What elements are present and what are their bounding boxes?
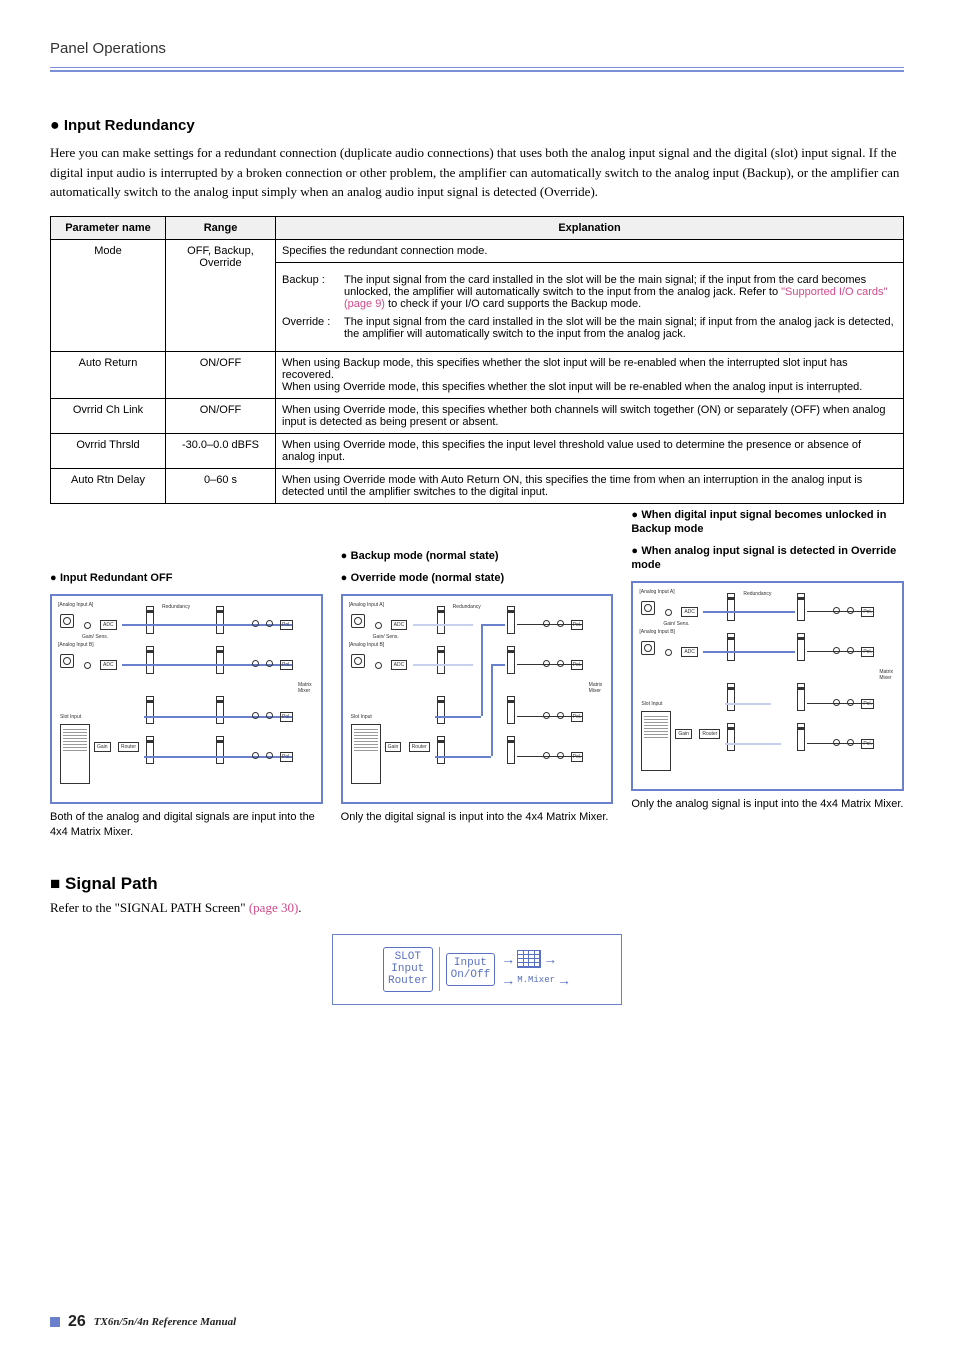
th-range: Range [166,216,276,239]
jack-icon [351,654,365,668]
bullet-icon: ● [50,117,60,134]
diagram-caption-off: Both of the analog and digital signals a… [50,810,323,841]
cell-autoreturn-name: Auto Return [51,351,166,398]
table-row: Mode OFF, Backup, Override Specifies the… [51,239,904,262]
arrow-icon: → [501,972,515,988]
fader-icon [216,606,224,634]
signal-path-screen: SLOT Input Router Input On/Off → → → M. [332,934,622,1004]
table-row: Ovrrid Ch Link ON/OFF When using Overrid… [51,398,904,433]
footer-reference: TX6n/5n/4n Reference Manual [94,1316,236,1328]
jack-icon [351,614,365,628]
fader-icon [216,646,224,674]
cell-chlink-range: ON/OFF [166,398,276,433]
signal-path-heading: ■ Signal Path [50,874,904,894]
title-rule-thin [50,67,904,68]
diagram-caption-switched: Only the analog signal is input into the… [631,797,904,812]
backup-label: Backup : [282,274,344,310]
signal-path-page-link[interactable]: (page 30) [249,900,298,915]
page-number: 26 [68,1313,86,1331]
matrix-grid-icon [517,950,541,968]
cell-thrsld-name: Ovrrid Thrsld [51,433,166,468]
input-redundancy-heading: ● Input Redundancy [50,117,904,135]
diagram-sub-override-normal: ●Override mode (normal state) [341,571,614,585]
slot-input-router-button: SLOT Input Router [383,947,433,991]
cell-mode-range: OFF, Backup, Override [166,239,276,351]
footer-block-icon [50,1317,60,1327]
cell-chlink-expl: When using Override mode, this specifies… [276,398,904,433]
diagram-sub-backup-normal: ●Backup mode (normal state) [341,549,614,563]
diagram-col-normal: ●Backup mode (normal state) ●Override mo… [341,544,614,825]
diagram-sub-backup-switched: ●When digital input signal becomes unloc… [631,508,904,537]
bullet-icon: ● [341,549,351,563]
jack-icon [60,614,74,628]
cell-thrsld-range: -30.0–0.0 dBFS [166,433,276,468]
mixer-label: M.Mixer [517,975,555,985]
override-text: The input signal from the card installed… [344,316,897,340]
cell-rtndelay-expl: When using Override mode with Auto Retur… [276,468,904,503]
intro-paragraph: Here you can make settings for a redunda… [50,143,904,202]
backup-text: The input signal from the card installed… [344,274,897,310]
knob-icon [84,662,91,669]
cell-autoreturn-expl: When using Backup mode, this specifies w… [276,351,904,398]
bullet-icon: ● [631,508,641,522]
diagram-normal: [Analog Input A] Gain/ Sens. ADC Redunda… [341,594,614,804]
diagram-switched: [Analog Input A] Gain/ Sens. ADC Redunda… [631,581,904,791]
fader-icon [146,606,154,634]
heading-text: Input Redundancy [64,117,195,134]
bullet-icon: ● [631,544,641,558]
signal-path-text: Refer to the "SIGNAL PATH Screen" (page … [50,900,904,916]
slot-card-icon [641,711,671,771]
square-bullet-icon: ■ [50,874,60,893]
knob-icon [84,622,91,629]
diagram-sub-off: ●Input Redundant OFF [50,571,172,585]
cell-thrsld-expl: When using Override mode, this specifies… [276,433,904,468]
divider [439,947,440,991]
cell-mode-expl-top: Specifies the redundant connection mode. [276,239,904,262]
diagram-sub-override-switched: ●When analog input signal is detected in… [631,544,904,573]
diagram-col-switched: ●When digital input signal becomes unloc… [631,544,904,813]
bullet-icon: ● [341,571,351,585]
table-row: Auto Rtn Delay 0–60 s When using Overrid… [51,468,904,503]
page-title: Panel Operations [50,40,904,57]
arrow-icon: → [557,972,571,988]
cell-mode-defs: Backup : The input signal from the card … [276,262,904,351]
arrow-icon: → [501,951,515,967]
bullet-icon: ● [50,571,60,585]
slot-card-icon [351,724,381,784]
jack-icon [641,641,655,655]
diagram-off: [Analog Input A] Gain/ Sens. ADC Redunda… [50,594,323,804]
page-footer: 26 TX6n/5n/4n Reference Manual [50,1313,236,1331]
parameters-table: Parameter name Range Explanation Mode OF… [50,216,904,504]
jack-icon [60,654,74,668]
cell-chlink-name: Ovrrid Ch Link [51,398,166,433]
table-row: Auto Return ON/OFF When using Backup mod… [51,351,904,398]
th-explanation: Explanation [276,216,904,239]
cell-rtndelay-range: 0–60 s [166,468,276,503]
th-param: Parameter name [51,216,166,239]
cell-rtndelay-name: Auto Rtn Delay [51,468,166,503]
arrow-icon: → [543,951,557,967]
table-row: Ovrrid Thrsld -30.0–0.0 dBFS When using … [51,433,904,468]
cell-mode-name: Mode [51,239,166,351]
cell-autoreturn-range: ON/OFF [166,351,276,398]
override-label: Override : [282,316,344,340]
fader-icon [146,646,154,674]
diagram-caption-normal: Only the digital signal is input into th… [341,810,614,825]
slot-card-icon [60,724,90,784]
jack-icon [641,601,655,615]
input-onoff-button: Input On/Off [446,953,496,985]
diagram-col-off: ●Input Redundant OFF [Analog Input A] Ga… [50,544,323,841]
